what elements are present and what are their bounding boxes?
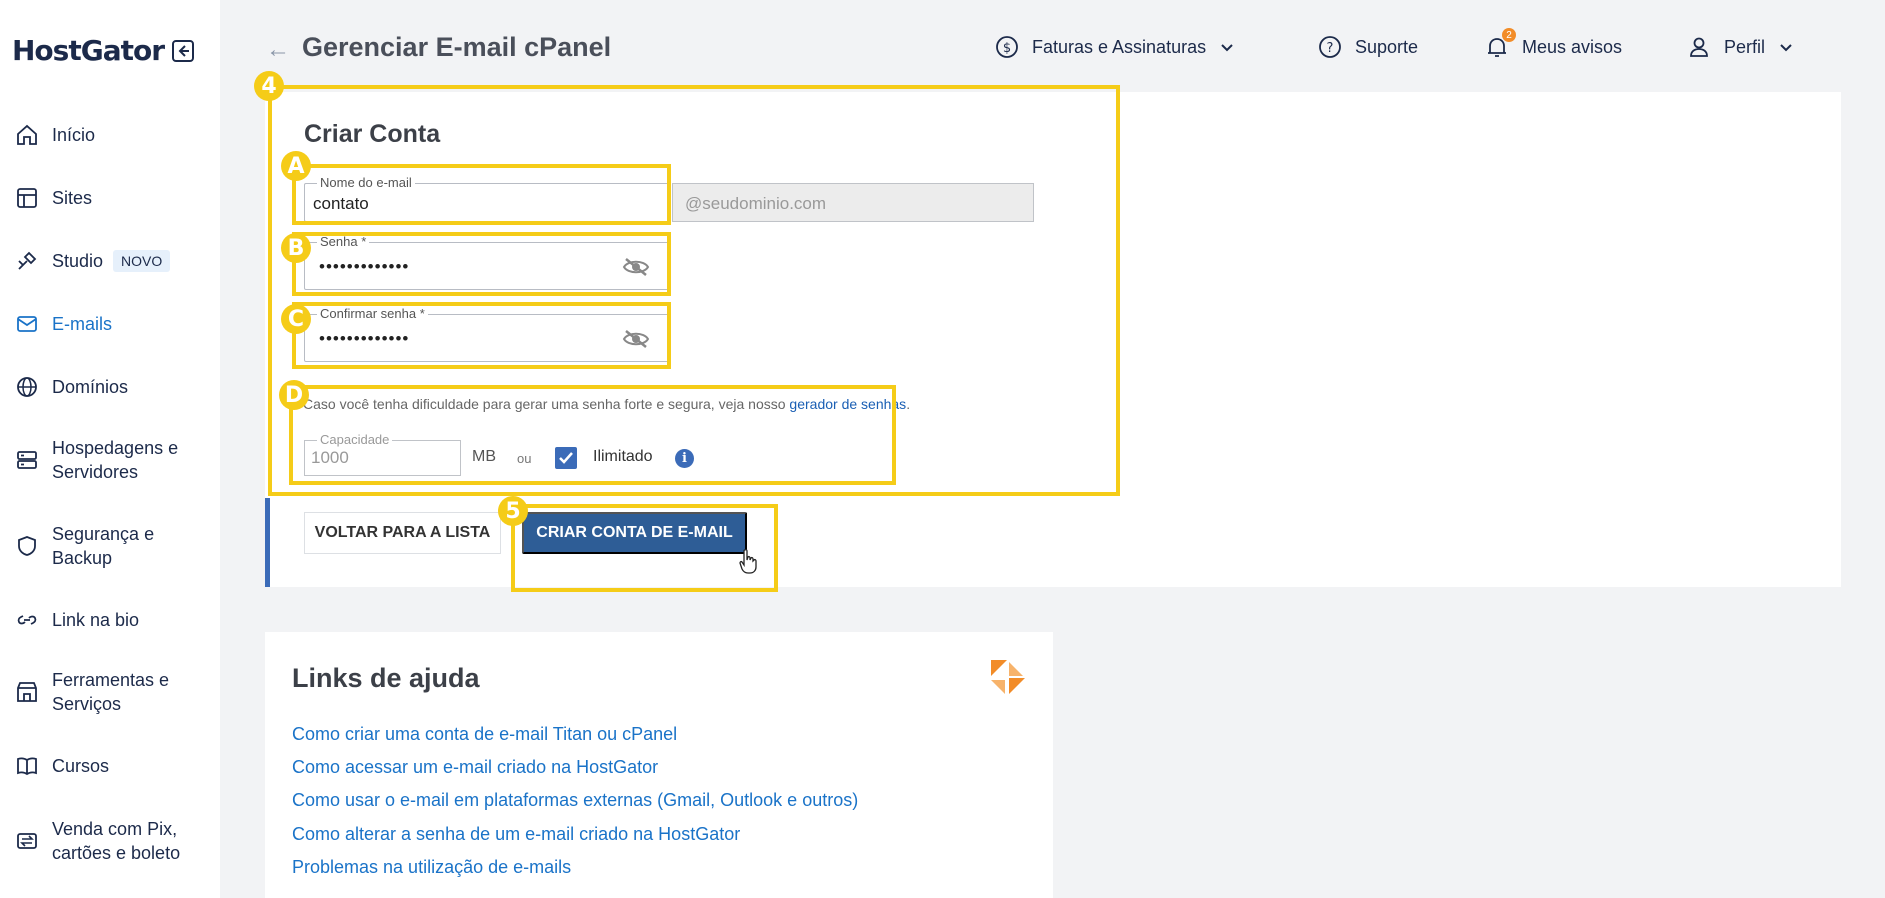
server-icon bbox=[14, 447, 40, 473]
help-link-create-account[interactable]: Como criar uma conta de e-mail Titan ou … bbox=[292, 724, 677, 745]
sidebar-item-label: Domínios bbox=[52, 377, 129, 397]
home-icon bbox=[14, 122, 40, 148]
sidebar-item-label: Sites bbox=[52, 188, 93, 208]
help-link-problems[interactable]: Problemas na utilização de e-mails bbox=[292, 857, 571, 878]
sidebar-item-inicio[interactable]: Início bbox=[14, 122, 95, 148]
callout-box-c bbox=[292, 302, 671, 369]
hostgator-logo[interactable]: HostGator bbox=[12, 34, 165, 67]
page-title: Gerenciar E-mail cPanel bbox=[302, 32, 612, 62]
bell-icon: 2 bbox=[1484, 28, 1516, 60]
transfer-icon bbox=[14, 828, 40, 854]
sidebar-item-label: Cursos bbox=[52, 756, 110, 776]
help-title: Links de ajuda bbox=[292, 663, 480, 693]
sidebar-item-hospedagens[interactable]: Hospedagens e Servidores bbox=[14, 436, 202, 484]
sidebar-item-seguranca[interactable]: Segurança e Backup bbox=[14, 522, 182, 570]
help-circle-icon: ? bbox=[1317, 34, 1343, 60]
callout-box-a bbox=[292, 164, 671, 225]
callout-box-5 bbox=[511, 504, 778, 592]
notices-menu[interactable]: 2 Meus avisos bbox=[1484, 28, 1623, 60]
chevron-down-icon bbox=[1779, 37, 1793, 58]
notification-count-badge: 2 bbox=[1502, 28, 1516, 42]
card-accent-bar bbox=[265, 498, 270, 587]
callout-marker-5: 5 bbox=[498, 496, 528, 526]
profile-label: Perfil bbox=[1724, 36, 1766, 57]
help-link-external-platforms[interactable]: Como usar o e-mail em plataformas extern… bbox=[292, 790, 858, 811]
sidebar-item-dominios[interactable]: Domínios bbox=[14, 374, 128, 400]
help-link-access-email[interactable]: Como acessar um e-mail criado na HostGat… bbox=[292, 757, 658, 778]
sidebar-item-link-bio[interactable]: Link na bio bbox=[14, 607, 139, 633]
sidebar-item-label: Link na bio bbox=[52, 610, 140, 630]
chevron-down-icon bbox=[1220, 37, 1234, 58]
sidebar-item-label: Studio bbox=[52, 251, 104, 271]
sidebar-item-label: Início bbox=[52, 125, 96, 145]
callout-box-b bbox=[292, 232, 671, 296]
help-link-change-password[interactable]: Como alterar a senha de um e-mail criado… bbox=[292, 824, 740, 845]
support-label: Suporte bbox=[1355, 36, 1419, 57]
sidebar-item-cursos[interactable]: Cursos bbox=[14, 753, 109, 779]
link-icon bbox=[14, 607, 40, 633]
book-icon bbox=[14, 753, 40, 779]
globe-icon bbox=[14, 374, 40, 400]
sidebar-item-label: E-mails bbox=[52, 314, 113, 334]
back-arrow-icon[interactable]: ← bbox=[266, 36, 290, 64]
callout-marker-d: D bbox=[279, 380, 309, 410]
sidebar-item-studio[interactable]: Studio NOVO bbox=[14, 248, 171, 274]
sidebar: HostGator Início Sites Studio NOVO E-mai… bbox=[0, 0, 220, 898]
sidebar-item-sites[interactable]: Sites bbox=[14, 185, 92, 211]
hostgator-mark-icon bbox=[989, 658, 1027, 701]
callout-marker-a: A bbox=[281, 151, 311, 181]
profile-menu[interactable]: Perfil bbox=[1686, 34, 1793, 60]
sidebar-item-emails[interactable]: E-mails bbox=[14, 311, 112, 337]
user-icon bbox=[1686, 34, 1712, 60]
callout-marker-b: B bbox=[281, 233, 311, 263]
sidebar-item-ferramentas[interactable]: Ferramentas e Serviços bbox=[14, 668, 202, 716]
notices-label: Meus avisos bbox=[1522, 36, 1623, 57]
shield-icon bbox=[14, 533, 40, 559]
sidebar-item-label: Hospedagens e Servidores bbox=[52, 438, 179, 482]
callout-marker-4: 4 bbox=[254, 71, 284, 101]
billing-menu[interactable]: $ Faturas e Assinaturas bbox=[994, 34, 1234, 60]
sidebar-item-label: Segurança e Backup bbox=[52, 524, 155, 568]
sidebar-item-label: Ferramentas e Serviços bbox=[52, 670, 170, 714]
back-to-list-button[interactable]: VOLTAR PARA A LISTA bbox=[304, 512, 501, 554]
collapse-sidebar-icon[interactable] bbox=[172, 39, 195, 62]
studio-icon bbox=[14, 248, 40, 274]
billing-label: Faturas e Assinaturas bbox=[1032, 36, 1207, 57]
sidebar-item-venda-pix[interactable]: Venda com Pix, cartões e boleto bbox=[14, 817, 202, 865]
sidebar-item-label: Venda com Pix, cartões e boleto bbox=[52, 819, 181, 863]
svg-text:$: $ bbox=[1003, 41, 1011, 56]
mail-icon bbox=[14, 311, 40, 337]
support-menu[interactable]: ? Suporte bbox=[1317, 34, 1418, 60]
svg-text:?: ? bbox=[1327, 41, 1334, 56]
callout-box-d bbox=[289, 385, 896, 485]
new-badge: NOVO bbox=[113, 250, 171, 272]
dollar-circle-icon: $ bbox=[994, 34, 1020, 60]
callout-marker-c: C bbox=[281, 304, 311, 334]
logo-row: HostGator bbox=[12, 34, 195, 67]
store-icon bbox=[14, 679, 40, 705]
layout-icon bbox=[14, 185, 40, 211]
